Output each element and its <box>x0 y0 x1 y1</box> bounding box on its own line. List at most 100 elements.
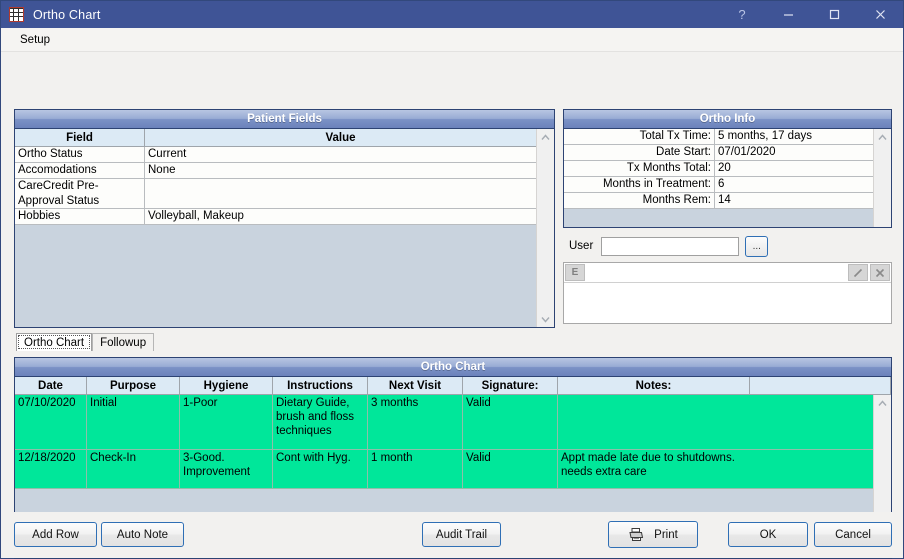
window-title: Ortho Chart <box>33 7 101 22</box>
row-label: Tx Months Total: <box>564 161 715 176</box>
title-bar: Ortho Chart ? <box>1 1 903 28</box>
table-row[interactable]: 07/10/2020 Initial 1-Poor Dietary Guide,… <box>15 395 873 450</box>
cell-value: None <box>148 164 176 176</box>
column-header-field[interactable]: Field <box>15 129 145 146</box>
patient-fields-grid[interactable]: Field Value Ortho Status Current Accomod… <box>15 129 536 327</box>
cell-next-visit: 3 months <box>368 395 463 449</box>
expand-button[interactable]: E <box>565 264 585 281</box>
scroll-up-icon[interactable] <box>537 129 554 145</box>
cancel-button[interactable]: Cancel <box>814 522 892 547</box>
delete-x-icon[interactable] <box>870 264 890 281</box>
row-value: 07/01/2020 <box>718 146 776 158</box>
cell-date: 07/10/2020 <box>15 395 87 449</box>
cell-value <box>145 179 536 208</box>
column-header-hygiene[interactable]: Hygiene <box>180 377 273 394</box>
column-header-filler <box>750 377 891 394</box>
scroll-up-icon[interactable] <box>874 129 891 145</box>
cell-signature: Valid <box>463 395 558 449</box>
tab-followup[interactable]: Followup <box>92 333 155 351</box>
table-row[interactable]: Months in Treatment: 6 <box>564 177 873 193</box>
column-header-next-visit[interactable]: Next Visit <box>368 377 463 394</box>
cell-field: CareCredit Pre-Approval Status <box>15 179 145 208</box>
scroll-down-icon[interactable] <box>537 311 554 327</box>
grid-empty-area <box>564 209 873 227</box>
row-label: Months in Treatment: <box>564 177 715 192</box>
table-row[interactable]: CareCredit Pre-Approval Status <box>15 179 536 209</box>
cell-field: Accomodations <box>15 163 145 178</box>
ortho-chart-window: Ortho Chart ? Setup Patient Fields Field… <box>0 0 904 559</box>
tab-bar: Ortho Chart Followup <box>16 333 155 351</box>
ortho-chart-header-row: Date Purpose Hygiene Instructions Next V… <box>15 377 891 395</box>
column-header-date[interactable]: Date <box>15 377 87 394</box>
row-label: Months Rem: <box>564 193 715 208</box>
table-row[interactable]: Total Tx Time: 5 months, 17 days <box>564 129 873 145</box>
close-button[interactable] <box>857 1 903 28</box>
ortho-info-body: Total Tx Time: 5 months, 17 days Date St… <box>564 129 891 227</box>
ortho-chart-rows: 07/10/2020 Initial 1-Poor Dietary Guide,… <box>15 395 873 489</box>
cell-field: Ortho Status <box>15 147 145 162</box>
column-header-instructions[interactable]: Instructions <box>273 377 368 394</box>
print-button-label: Print <box>654 528 678 541</box>
patient-fields-vertical-scrollbar[interactable] <box>536 129 554 327</box>
auto-note-button[interactable]: Auto Note <box>101 522 184 547</box>
cell-instructions: Cont with Hyg. <box>273 450 368 488</box>
edit-pencil-icon[interactable] <box>848 264 868 281</box>
ok-button[interactable]: OK <box>728 522 808 547</box>
patient-fields-title: Patient Fields <box>15 110 554 129</box>
cell-next-visit: 1 month <box>368 450 463 488</box>
ortho-info-vertical-scrollbar[interactable] <box>873 129 891 227</box>
row-value: 20 <box>718 162 731 174</box>
row-label: Date Start: <box>564 145 715 160</box>
menu-item-setup[interactable]: Setup <box>15 32 55 48</box>
cell-notes <box>558 395 750 449</box>
column-header-purpose[interactable]: Purpose <box>87 377 180 394</box>
content-area: Patient Fields Field Value Ortho Status … <box>1 52 903 559</box>
cell-hygiene: 3-Good. Improvement <box>180 450 273 488</box>
user-list-box[interactable]: E <box>563 262 892 324</box>
help-button[interactable]: ? <box>719 1 765 28</box>
ortho-chart-title: Ortho Chart <box>15 358 891 377</box>
add-row-button[interactable]: Add Row <box>14 522 97 547</box>
ortho-info-grid[interactable]: Total Tx Time: 5 months, 17 days Date St… <box>564 129 873 227</box>
cell-signature: Valid <box>463 450 558 488</box>
window-controls: ? <box>719 1 903 28</box>
patient-fields-header-row: Field Value <box>15 129 536 147</box>
print-button[interactable]: Print <box>608 521 698 548</box>
table-row[interactable]: Date Start: 07/01/2020 <box>564 145 873 161</box>
cell-purpose: Check-In <box>87 450 180 488</box>
cell-purpose: Initial <box>87 395 180 449</box>
row-label: Total Tx Time: <box>564 129 715 144</box>
table-row[interactable]: Accomodations None <box>15 163 536 179</box>
ortho-info-panel: Ortho Info Total Tx Time: 5 months, 17 d… <box>563 109 892 228</box>
user-input[interactable] <box>601 236 740 256</box>
user-input-row: User ... <box>563 235 892 257</box>
column-header-signature[interactable]: Signature: <box>463 377 558 394</box>
table-row[interactable]: Ortho Status Current <box>15 147 536 163</box>
audit-trail-button[interactable]: Audit Trail <box>422 522 501 547</box>
cell-field: Hobbies <box>15 209 145 224</box>
user-label: User <box>569 240 594 252</box>
tab-ortho-chart[interactable]: Ortho Chart <box>16 333 93 351</box>
column-header-value[interactable]: Value <box>145 129 536 146</box>
row-value: 6 <box>718 178 725 190</box>
table-row[interactable]: Tx Months Total: 20 <box>564 161 873 177</box>
minimize-button[interactable] <box>765 1 811 28</box>
cell-value: Volleyball, Makeup <box>148 210 244 222</box>
user-picker-button[interactable]: ... <box>745 235 769 257</box>
patient-fields-rows: Ortho Status Current Accomodations None … <box>15 147 536 225</box>
menu-bar: Setup <box>1 28 903 52</box>
scroll-up-icon[interactable] <box>874 395 891 411</box>
maximize-button[interactable] <box>811 1 857 28</box>
printer-icon <box>628 527 644 542</box>
table-row[interactable]: 12/18/2020 Check-In 3-Good. Improvement … <box>15 450 873 489</box>
table-row[interactable]: Months Rem: 14 <box>564 193 873 209</box>
user-list-toolbar: E <box>564 263 891 283</box>
grid-empty-area <box>15 225 536 327</box>
cell-hygiene: 1-Poor <box>180 395 273 449</box>
cell-date: 12/18/2020 <box>15 450 87 488</box>
cell-notes: Appt made late due to shutdowns. needs e… <box>561 452 735 478</box>
user-section: User ... E <box>563 235 892 328</box>
column-header-notes[interactable]: Notes: <box>558 377 750 394</box>
table-row[interactable]: Hobbies Volleyball, Makeup <box>15 209 536 225</box>
patient-fields-panel: Patient Fields Field Value Ortho Status … <box>14 109 555 328</box>
